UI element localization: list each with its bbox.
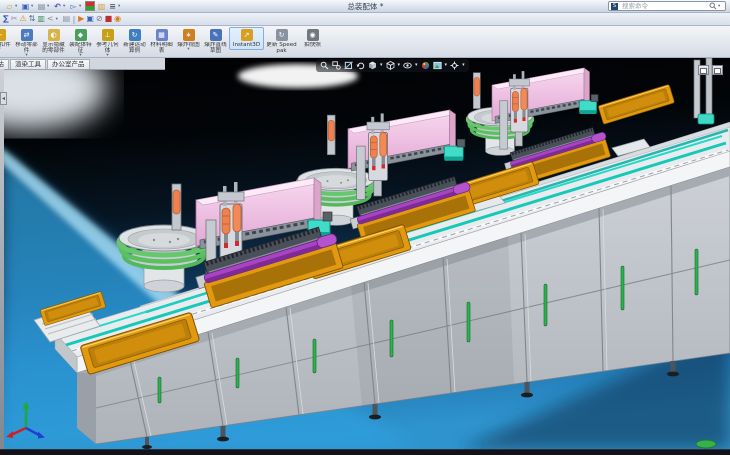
cm-label: 智能扣件 [0,42,11,48]
new-motion-study-icon: ↻ [129,29,141,41]
component-icon[interactable]: ▥ [37,13,45,25]
take-snapshot-icon: ◉ [307,29,319,41]
options-icon[interactable]: ≡ [107,1,118,12]
cm-button-update-speedpak[interactable]: ↻ 更新 Speedpak [264,27,299,56]
cm-button-new-motion-study[interactable]: ↻ 新建运动算例 [121,27,148,56]
warning-icon[interactable]: ⚠ [19,13,26,25]
feature-manager-expand-arrow[interactable]: ◂ [0,92,7,105]
tab-evaluate[interactable]: 评估 [0,59,9,69]
references-icon[interactable]: < [47,13,54,25]
cm-button-explode-line-sketch[interactable]: ✎ 爆炸直线草图 [202,27,229,56]
move-component-icon: ⇄ [21,29,33,41]
window-title: 总装配体 * [123,1,608,12]
cm-button-show-hidden[interactable]: ◐ 显示隐藏的零部件 [40,27,67,56]
cm-label: 拍快照 [304,42,321,48]
pane-split-button-1[interactable] [698,65,709,75]
search-caret[interactable]: ▾ [718,1,723,12]
command-search[interactable]: S ▾ [608,1,726,11]
references-caret[interactable]: ▾ [56,14,61,25]
view-orientation-icon[interactable] [368,61,377,70]
heads-up-view-toolbar: ▾ ▾ ▾ ▾ [316,59,469,72]
display-style-caret[interactable]: ▾ [398,59,401,72]
explode-line-sketch-icon: ✎ [210,29,222,41]
magnifier-icon[interactable] [709,2,717,10]
undo-icon[interactable]: ↶ [52,1,63,12]
stop-red-icon[interactable]: ■ [105,13,113,25]
feature-manager-collapsed-strip [0,69,4,449]
view-settings-caret[interactable]: ▾ [462,59,465,72]
window-bottom-edge [0,449,730,455]
cm-label: Instant3D [233,42,260,48]
graphics-area[interactable]: 评估 渲染工具 办公室产品 [0,58,730,449]
exploded-view-icon: ∗ [183,29,195,41]
view-orientation-caret[interactable]: ▾ [380,59,383,72]
macro-toolbar: ∑ ✂ ⚠ ⇅ ▥ <▾ ▤ ‖ ▶ ▣ ⊘ ■ ◉ [0,13,730,26]
assembly-3d-model[interactable] [0,58,730,449]
instant3d-icon: ↗ [241,29,253,41]
no-render-icon[interactable]: ⊘ [96,13,103,25]
solidworks-window: ▱▾ ▣▾ ▤▾ ↶▾ ▻▾ ▥ ≡▾ 总装配体 * S ▾ ∑ ✂ ⚠ ⇅ ▥… [0,0,730,455]
search-input[interactable] [620,1,708,11]
apply-scene-caret[interactable]: ▾ [445,59,448,72]
sphere-icon[interactable]: ◉ [114,13,121,25]
assembly-features-icon: ◆ [75,29,87,41]
show-hidden-components-icon: ◐ [48,29,60,41]
zoom-area-icon[interactable] [332,61,341,70]
cm-button-bill-of-materials[interactable]: ▦ 材料明细表 [148,27,175,56]
hide-show-caret[interactable]: ▾ [415,59,418,72]
play-icon[interactable]: ▶ [78,13,84,25]
cm-label: 爆炸直线草图 [203,42,228,54]
align-icon[interactable]: ⇅ [29,13,36,25]
cm-button-smart-fasteners[interactable]: + 智能扣件 ▾ [0,27,13,54]
cm-label: 更新 Speedpak [265,42,298,54]
hide-show-items-icon[interactable] [403,61,412,70]
select-icon[interactable]: ▻ [68,1,79,12]
render-icon[interactable]: ▣ [86,13,94,25]
previous-view-icon[interactable] [356,61,365,70]
print-icon[interactable]: ▤ [36,1,47,12]
cm-button-assembly-features[interactable]: ◆ 装配体特征 ▾ [67,27,94,58]
select-caret[interactable]: ▾ [79,1,84,12]
save-icon[interactable]: ▣ [20,1,31,12]
rebuild-icon[interactable] [85,1,95,11]
command-manager: + 智能扣件 ▾ ⇄ 移动零部件 ▾ ◐ 显示隐藏的零部件 ◆ 装配体特征 ▾ … [0,26,730,58]
section-view-icon[interactable] [344,61,353,70]
scissors-icon[interactable]: ✂ [11,13,18,25]
smart-fasteners-icon: + [0,29,6,41]
cm-button-exploded-view[interactable]: ∗ 爆炸视图 ▾ [175,27,202,54]
update-speedpak-icon: ↻ [276,29,288,41]
cm-label: 材料明细表 [149,42,174,54]
pane-split-button-2[interactable] [712,65,723,75]
panel-icon[interactable]: ▤ [63,13,71,25]
dropdown-caret[interactable]: ▾ [0,48,1,52]
tab-render-tools[interactable]: 渲染工具 [10,59,46,69]
view-settings-icon[interactable] [450,61,459,70]
cm-button-instant3d[interactable]: ↗ Instant3D [229,27,264,50]
command-manager-tabs: 评估 渲染工具 办公室产品 [0,58,165,70]
cm-button-move-component[interactable]: ⇄ 移动零部件 ▾ [13,27,40,58]
cm-button-reference-geometry[interactable]: ⊥ 参考几何体 ▾ [94,27,121,58]
zoom-fit-icon[interactable] [320,61,329,70]
dropdown-caret[interactable]: ▾ [187,48,189,52]
bill-of-materials-icon: ▦ [156,29,168,41]
cm-button-take-snapshot[interactable]: ◉ 拍快照 [299,27,326,50]
cm-label: 显示隐藏的零部件 [41,42,66,54]
title-bar: ▱▾ ▣▾ ▤▾ ↶▾ ▻▾ ▥ ≡▾ 总装配体 * S ▾ [0,0,730,13]
cm-label: 新建运动算例 [122,42,147,54]
solidworks-search-icon: S [611,3,618,10]
open-icon[interactable]: ▱ [4,1,15,12]
edit-appearance-icon[interactable] [421,61,430,70]
equations-sigma-icon[interactable]: ∑ [3,13,9,25]
display-style-icon[interactable] [386,61,395,70]
toolbar-separator: ‖ [72,15,76,24]
file-properties-icon[interactable]: ▥ [96,1,107,12]
tab-office-products[interactable]: 办公室产品 [47,59,90,69]
reference-geometry-icon: ⊥ [102,29,114,41]
apply-scene-icon[interactable] [433,61,442,70]
